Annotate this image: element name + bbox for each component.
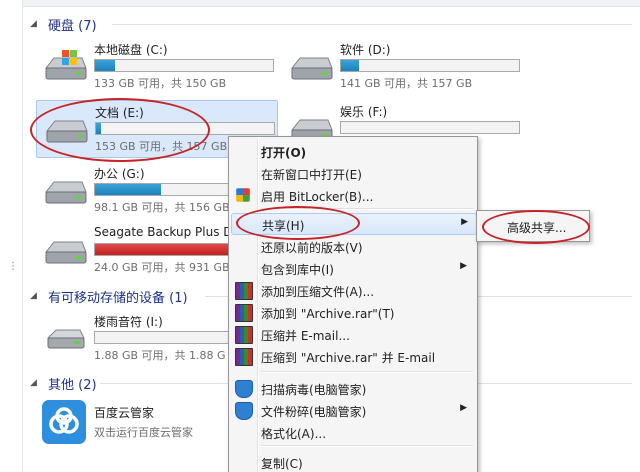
menu-item-open[interactable]: 打开(O) bbox=[231, 140, 475, 162]
menu-separator bbox=[261, 371, 473, 373]
menu-item-label: 压缩到 "Archive.rar" 并 E-mail bbox=[261, 351, 436, 365]
menu-item-file-shredder[interactable]: 文件粉碎(电脑管家) ▶ bbox=[231, 399, 475, 421]
app-name: 百度云管家 bbox=[94, 406, 155, 420]
usage-fill bbox=[341, 60, 359, 71]
group-title: 有可移动存储的设备 (1) bbox=[48, 290, 188, 306]
usage-bar bbox=[340, 121, 520, 134]
winrar-icon bbox=[235, 348, 253, 366]
drive-name: 本地磁盘 (C:) bbox=[94, 43, 168, 57]
menu-item-label: 还原以前的版本(V) bbox=[261, 241, 363, 255]
menu-item-label: 打开(O) bbox=[261, 146, 307, 160]
drive-name: 文档 (E:) bbox=[95, 106, 144, 120]
usage-bar bbox=[95, 122, 275, 135]
hard-drive-icon bbox=[45, 120, 88, 143]
menu-item-share[interactable]: 共享(H) ▶ bbox=[231, 213, 477, 235]
splitter-grip-icon[interactable]: ⋮ bbox=[8, 262, 18, 272]
menu-separator bbox=[261, 445, 473, 447]
group-title: 其他 (2) bbox=[48, 377, 97, 393]
drive-name: Seagate Backup Plus Dr bbox=[94, 225, 238, 239]
menu-item-bitlocker[interactable]: 启用 BitLocker(B)... bbox=[231, 184, 475, 206]
hard-drive-icon bbox=[290, 57, 333, 80]
drive-free-space: 133 GB 可用，共 150 GB bbox=[94, 77, 227, 90]
menu-item-label: 添加到 "Archive.rar"(T) bbox=[261, 307, 395, 321]
drive-name: 软件 (D:) bbox=[340, 43, 391, 57]
top-border bbox=[22, 0, 640, 7]
group-header-other[interactable]: ◢ 其他 (2) bbox=[30, 374, 97, 393]
menu-item-label: 在新窗口中打开(E) bbox=[261, 168, 362, 182]
bitlocker-icon bbox=[236, 188, 250, 202]
menu-item-label: 包含到库中(I) bbox=[261, 263, 334, 277]
menu-item-label: 格式化(A)... bbox=[261, 427, 327, 441]
menu-item-restore-previous[interactable]: 还原以前的版本(V) bbox=[231, 235, 475, 257]
collapse-arrow-icon[interactable]: ◢ bbox=[30, 291, 42, 301]
app-baidu-cloud[interactable]: 百度云管家 双击运行百度云管家 bbox=[40, 398, 260, 450]
drive-free-space: 1.88 GB 可用，共 1.88 G bbox=[94, 349, 226, 362]
menu-item-label: 扫描病毒(电脑管家) bbox=[261, 383, 367, 397]
usage-fill bbox=[96, 123, 102, 134]
drive-name: 办公 (G:) bbox=[94, 167, 145, 181]
drive-free-space: 153 GB 可用，共 157 GB bbox=[95, 140, 228, 153]
menu-item-compress-email[interactable]: 压缩并 E-mail... bbox=[231, 323, 475, 345]
drive-c[interactable]: 本地磁盘 (C:) 133 GB 可用，共 150 GB bbox=[36, 38, 276, 94]
menu-item-open-new-window[interactable]: 在新窗口中打开(E) bbox=[231, 162, 475, 184]
menu-item-add-to-archive[interactable]: 添加到压缩文件(A)... bbox=[231, 279, 475, 301]
menu-item-include-in-library[interactable]: 包含到库中(I) ▶ bbox=[231, 257, 475, 279]
menu-item-compress-to-rar-email[interactable]: 压缩到 "Archive.rar" 并 E-mail bbox=[231, 345, 475, 367]
usage-bar bbox=[340, 59, 520, 72]
menu-item-add-to-archive-rar[interactable]: 添加到 "Archive.rar"(T) bbox=[231, 301, 475, 323]
hard-drive-icon bbox=[44, 241, 87, 264]
context-menu: 打开(O) 在新窗口中打开(E) 启用 BitLocker(B)... 共享(H… bbox=[228, 136, 478, 472]
menu-item-label: 共享(H) bbox=[262, 219, 305, 233]
collapse-arrow-icon[interactable]: ◢ bbox=[30, 378, 42, 388]
menu-item-label: 高级共享... bbox=[507, 221, 567, 235]
menu-item-label: 复制(C) bbox=[261, 457, 303, 471]
menu-item-virus-scan[interactable]: 扫描病毒(电脑管家) bbox=[231, 377, 475, 399]
winrar-icon bbox=[235, 282, 253, 300]
collapse-arrow-icon[interactable]: ◢ bbox=[30, 19, 42, 29]
menu-item-format[interactable]: 格式化(A)... bbox=[231, 421, 475, 443]
menu-separator bbox=[261, 208, 473, 210]
drive-free-space: 98.1 GB 可用，共 156 GB bbox=[94, 201, 230, 214]
group-divider bbox=[112, 24, 632, 25]
hard-drive-icon bbox=[44, 181, 87, 204]
menu-item-label: 启用 BitLocker(B)... bbox=[261, 190, 374, 204]
drive-free-space: 24.0 GB 可用，共 931 GB bbox=[94, 261, 230, 274]
menu-item-label: 添加到压缩文件(A)... bbox=[261, 285, 375, 299]
drive-name: 楼雨音符 (I:) bbox=[94, 315, 163, 329]
submenu-arrow-icon: ▶ bbox=[460, 403, 467, 413]
explorer-window: ⋮ ◢ 硬盘 (7) 本地磁盘 (C:) 133 GB 可用，共 150 GB … bbox=[0, 0, 640, 472]
group-header-hard-disks[interactable]: ◢ 硬盘 (7) bbox=[30, 15, 97, 34]
group-header-removable[interactable]: ◢ 有可移动存储的设备 (1) bbox=[30, 287, 188, 306]
menu-item-advanced-sharing[interactable]: 高级共享... bbox=[479, 215, 587, 237]
usage-fill bbox=[95, 60, 115, 71]
submenu-arrow-icon: ▶ bbox=[460, 261, 467, 271]
group-title: 硬盘 (7) bbox=[48, 18, 97, 34]
navigation-pane-edge: ⋮ bbox=[0, 0, 23, 472]
winrar-icon bbox=[235, 326, 253, 344]
winrar-icon bbox=[235, 304, 253, 322]
removable-drive-icon bbox=[46, 329, 85, 349]
shield-icon bbox=[235, 380, 253, 398]
drive-name: 娱乐 (F:) bbox=[340, 105, 388, 119]
menu-item-label: 文件粉碎(电脑管家) bbox=[261, 405, 367, 419]
drive-free-space: 141 GB 可用，共 157 GB bbox=[340, 77, 473, 90]
baidu-cloud-icon bbox=[42, 400, 86, 444]
shield-icon bbox=[235, 402, 253, 420]
app-description: 双击运行百度云管家 bbox=[94, 426, 193, 439]
submenu-arrow-icon: ▶ bbox=[461, 217, 468, 227]
usage-bar bbox=[94, 59, 274, 72]
drive-d[interactable]: 软件 (D:) 141 GB 可用，共 157 GB bbox=[282, 38, 522, 94]
share-submenu: 高级共享... bbox=[476, 210, 590, 242]
hard-drive-icon bbox=[44, 50, 87, 80]
menu-item-label: 压缩并 E-mail... bbox=[261, 329, 350, 343]
menu-item-copy[interactable]: 复制(C) bbox=[231, 451, 475, 472]
usage-fill bbox=[95, 184, 161, 195]
